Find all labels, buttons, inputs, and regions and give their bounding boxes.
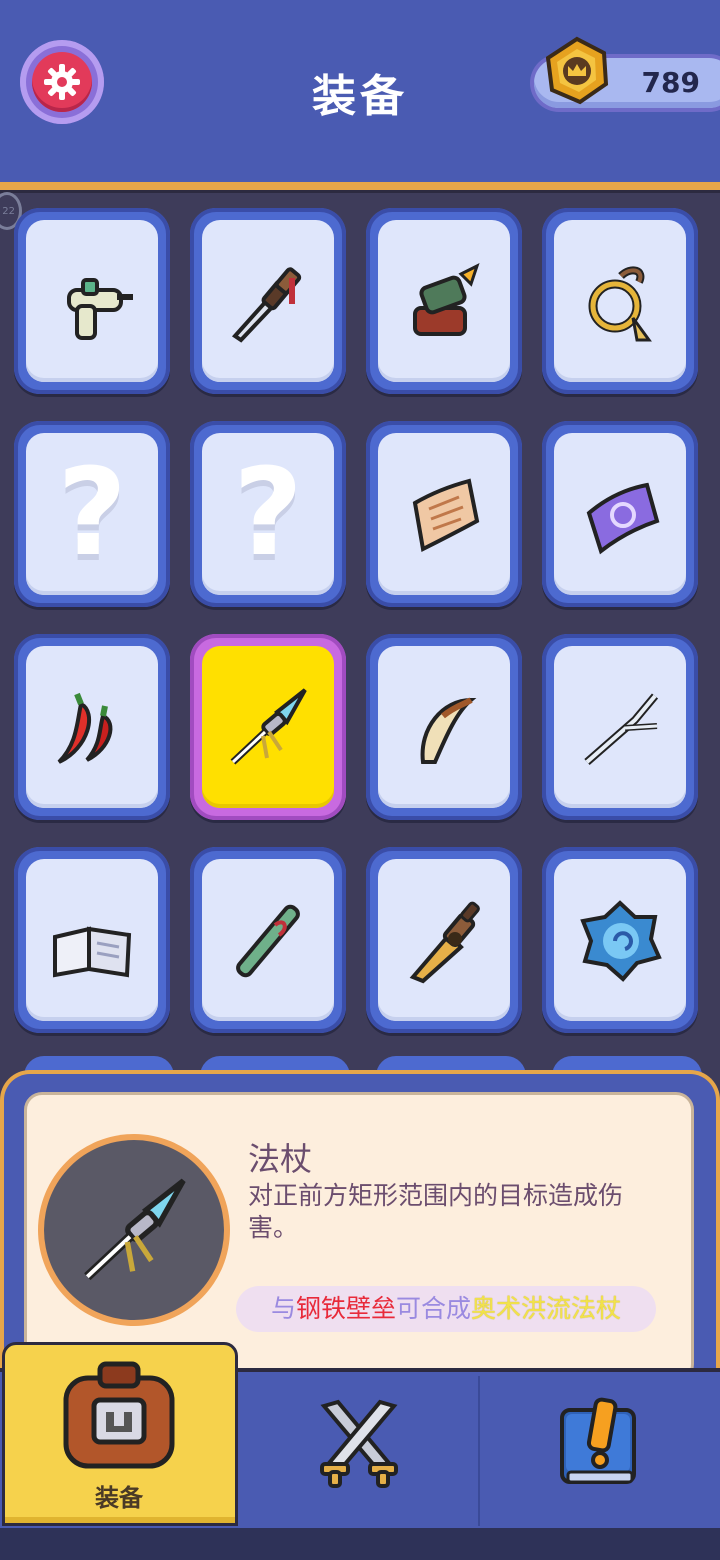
equipment-slot-2[interactable] [190,208,346,394]
equipment-slot-1[interactable] [14,208,170,394]
combine-item-link[interactable]: 钢铁壁垒 [296,1294,396,1323]
equipment-slot-5[interactable]: ? [14,421,170,607]
combine-prefix: 与 [270,1294,296,1323]
tab-quests[interactable] [480,1376,720,1526]
equipment-slot-15[interactable] [366,847,522,1033]
book-icon [53,926,132,978]
cannon-icon [413,263,480,336]
equipment-slot-14[interactable] [190,847,346,1033]
unknown-item-icon: ? [233,444,303,583]
water-gun-icon [67,278,133,340]
combine-result-link[interactable]: 奥术洪流法杖 [471,1294,621,1323]
blue-orb-icon [580,900,662,982]
dagger-icon [231,267,302,343]
branch-icon [584,693,659,766]
equipment-slot-13[interactable] [14,847,170,1033]
item-description: 对正前方矩形范围内的目标造成伤害。 [248,1181,624,1242]
whip-icon [588,266,652,342]
equipment-slot-4[interactable] [542,208,698,394]
combine-middle: 可合成 [396,1294,472,1323]
bronze-sword-icon [409,901,480,984]
system-navigation-bar [0,1528,720,1560]
equipment-slot-3[interactable] [366,208,522,394]
equipment-slot-16[interactable] [542,847,698,1033]
tab-battle[interactable] [240,1376,478,1526]
equipment-slot-8[interactable] [542,421,698,607]
quest-book-icon [560,1397,636,1484]
claw-icon [420,697,477,764]
backpack-icon [63,1361,175,1469]
bamboo-flute-icon [236,904,300,978]
crossed-swords-icon [320,1399,398,1488]
spear-staff-icon [84,1178,186,1281]
crown-coin-icon [545,36,609,105]
combine-hint[interactable]: 与钢铁壁垒可合成奥术洪流法杖 [236,1286,656,1332]
equipment-slot-10[interactable] [190,634,346,820]
magic-scroll-icon [586,482,660,555]
coin-amount: 789 [641,66,700,99]
spear-staff-icon [230,688,307,765]
equipment-slot-12[interactable] [542,634,698,820]
header-divider [0,182,720,190]
unknown-item-icon: ? [57,444,127,583]
equipment-slot-7[interactable] [366,421,522,607]
item-name: 法杖 [248,1140,313,1178]
chili-pepper-icon [57,692,113,764]
equipment-slot-6[interactable]: ? [190,421,346,607]
item-avatar [44,1140,224,1320]
equipment-slot-9[interactable] [14,634,170,820]
ancient-scroll-icon [412,478,480,552]
equipment-slot-11[interactable] [366,634,522,820]
tab-equipment-label: 装备 [95,1484,143,1512]
